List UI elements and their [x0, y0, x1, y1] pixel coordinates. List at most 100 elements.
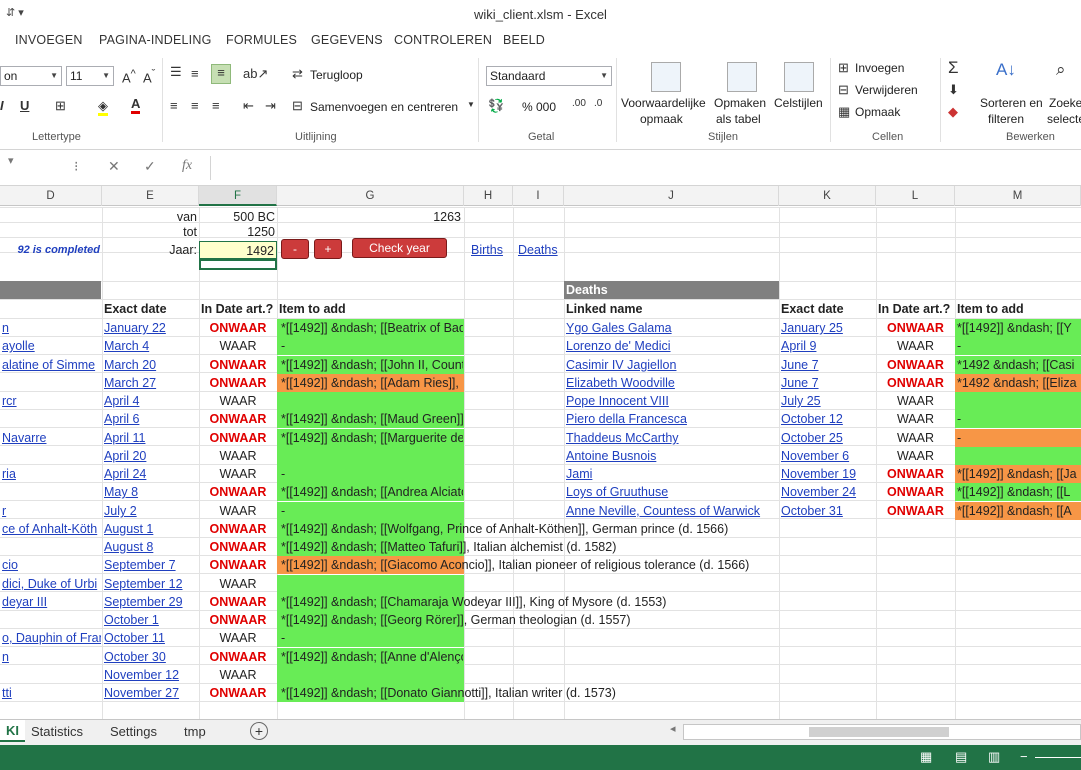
births-name-cell[interactable]: [0, 666, 101, 684]
zoom-out-icon[interactable]: −: [1020, 749, 1028, 764]
deaths-date-cell[interactable]: June 7: [779, 374, 876, 392]
deaths-status-cell[interactable]: WAAR: [876, 429, 955, 447]
tab-formules[interactable]: FORMULES: [226, 33, 297, 47]
births-date-cell[interactable]: October 11: [102, 629, 199, 647]
births-status-cell[interactable]: ONWAAR: [199, 556, 277, 574]
sort-filter-label-1[interactable]: Sorteren en: [980, 96, 1043, 110]
column-header-e[interactable]: E: [102, 186, 199, 206]
decrease-decimal-icon[interactable]: .0: [594, 98, 602, 109]
deaths-name-cell[interactable]: Thaddeus McCarthy: [564, 429, 779, 447]
deaths-item-cell[interactable]: *[[1492]] &ndash; [[A: [955, 502, 1081, 520]
deaths-name-cell[interactable]: Loys of Gruuthuse: [564, 483, 779, 501]
align-center-icon[interactable]: ≡: [191, 98, 199, 113]
deaths-date-cell[interactable]: January 25: [779, 319, 876, 337]
births-name-cell[interactable]: ce of Anhalt-Köth: [0, 520, 101, 538]
plus-button[interactable]: +: [314, 239, 342, 259]
deaths-item-cell[interactable]: -: [955, 429, 1081, 447]
births-item-cell[interactable]: *[[1492]] &ndash; [[Anne d'Alençon]], No…: [279, 648, 463, 666]
column-header-l[interactable]: L: [876, 186, 955, 206]
births-name-cell[interactable]: dici, Duke of Urbi: [0, 575, 101, 593]
orientation-icon[interactable]: ab↗: [243, 66, 268, 82]
births-date-cell[interactable]: September 7: [102, 556, 199, 574]
births-name-cell[interactable]: rcr: [0, 392, 101, 410]
births-name-cell[interactable]: Navarre: [0, 429, 101, 447]
births-status-cell[interactable]: ONWAAR: [199, 684, 277, 702]
deaths-name-cell[interactable]: Ygo Gales Galama: [564, 319, 779, 337]
births-name-cell[interactable]: ayolle: [0, 337, 101, 355]
cancel-icon[interactable]: ✕: [108, 158, 120, 175]
tab-controleren[interactable]: CONTROLEREN: [394, 33, 492, 47]
births-name-cell[interactable]: [0, 538, 101, 556]
tot-value[interactable]: 1250: [199, 223, 277, 241]
deaths-status-cell[interactable]: ONWAAR: [876, 483, 955, 501]
sheet-tab-tmp[interactable]: tmp: [184, 724, 206, 739]
column-header-h[interactable]: H: [464, 186, 513, 206]
births-name-cell[interactable]: alatine of Simme: [0, 356, 101, 374]
births-name-cell[interactable]: [0, 447, 101, 465]
borders-icon[interactable]: ⊞: [55, 98, 66, 114]
enter-icon[interactable]: ✓: [144, 158, 156, 175]
deaths-name-cell[interactable]: Lorenzo de' Medici: [564, 337, 779, 355]
births-date-cell[interactable]: March 4: [102, 337, 199, 355]
g-value[interactable]: 1263: [277, 208, 463, 226]
sheet-tab-settings[interactable]: Settings: [110, 724, 157, 739]
decrease-indent-icon[interactable]: ⇤: [243, 98, 254, 114]
merge-center-icon[interactable]: ⊟: [292, 98, 303, 114]
births-status-cell[interactable]: ONWAAR: [199, 410, 277, 428]
births-status-cell[interactable]: WAAR: [199, 629, 277, 647]
deaths-status-cell[interactable]: ONWAAR: [876, 374, 955, 392]
deaths-item-cell[interactable]: [955, 392, 1081, 410]
insert-label[interactable]: Invoegen: [855, 61, 904, 75]
align-right-icon[interactable]: ≡: [212, 98, 220, 113]
find-select-label-1[interactable]: Zoeken: [1049, 96, 1081, 110]
births-name-cell[interactable]: [0, 410, 101, 428]
deaths-date-cell[interactable]: October 12: [779, 410, 876, 428]
italic-icon[interactable]: I: [0, 98, 4, 113]
tab-invoegen[interactable]: INVOEGEN: [15, 33, 83, 47]
births-item-cell[interactable]: -: [279, 629, 463, 647]
births-date-cell[interactable]: July 2: [102, 502, 199, 520]
deaths-status-cell[interactable]: WAAR: [876, 447, 955, 465]
births-date-cell[interactable]: March 27: [102, 374, 199, 392]
births-item-cell[interactable]: *[[1492]] &ndash; [[Maud Green]], Englis…: [279, 410, 463, 428]
births-name-cell[interactable]: deyar III: [0, 593, 101, 611]
births-status-cell[interactable]: WAAR: [199, 337, 277, 355]
wrap-text-label[interactable]: Terugloop: [310, 68, 363, 82]
delete-cells-icon[interactable]: ⊟: [838, 82, 849, 98]
births-item-cell[interactable]: *[[1492]] &ndash; [[John II, Count Palat…: [279, 356, 463, 374]
deaths-link[interactable]: Deaths: [516, 241, 564, 259]
births-status-cell[interactable]: ONWAAR: [199, 520, 277, 538]
autosum-icon[interactable]: Σ: [948, 58, 959, 78]
column-header-f[interactable]: F: [199, 186, 277, 206]
births-status-cell[interactable]: ONWAAR: [199, 538, 277, 556]
births-item-cell[interactable]: -: [279, 465, 463, 483]
deaths-item-cell[interactable]: *[[1492]] &ndash; [[Ja: [955, 465, 1081, 483]
align-top-icon[interactable]: ☰: [170, 64, 182, 80]
deaths-status-cell[interactable]: ONWAAR: [876, 319, 955, 337]
births-date-cell[interactable]: April 20: [102, 447, 199, 465]
deaths-date-cell[interactable]: November 6: [779, 447, 876, 465]
births-date-cell[interactable]: May 8: [102, 483, 199, 501]
deaths-name-cell[interactable]: Jami: [564, 465, 779, 483]
births-name-cell[interactable]: [0, 611, 101, 629]
births-status-cell[interactable]: ONWAAR: [199, 319, 277, 337]
fill-icon[interactable]: ⬇: [948, 82, 959, 98]
find-select-icon[interactable]: ⌕: [1056, 60, 1066, 80]
underline-icon[interactable]: U: [20, 98, 29, 113]
deaths-item-cell[interactable]: *[[1492]] &ndash; [[Y: [955, 319, 1081, 337]
format-cells-icon[interactable]: ▦: [838, 104, 850, 120]
sheet-tab-ki[interactable]: KI: [0, 720, 25, 742]
births-item-cell[interactable]: *[[1492]] &ndash; [[Giacomo Aconcio]], I…: [279, 556, 769, 574]
deaths-date-cell[interactable]: July 25: [779, 392, 876, 410]
column-header-m[interactable]: M: [955, 186, 1081, 206]
births-item-cell[interactable]: *[[1492]] &ndash; [[Andrea Alciato]], It…: [279, 483, 463, 501]
births-date-cell[interactable]: November 12: [102, 666, 199, 684]
births-link[interactable]: Births: [469, 241, 514, 259]
tab-gegevens[interactable]: GEGEVENS: [311, 33, 383, 47]
conditional-format-icon[interactable]: [651, 62, 681, 92]
births-status-cell[interactable]: WAAR: [199, 392, 277, 410]
column-header-k[interactable]: K: [779, 186, 876, 206]
births-date-cell[interactable]: August 1: [102, 520, 199, 538]
births-date-cell[interactable]: April 11: [102, 429, 199, 447]
sort-filter-label-2[interactable]: filteren: [988, 112, 1024, 126]
